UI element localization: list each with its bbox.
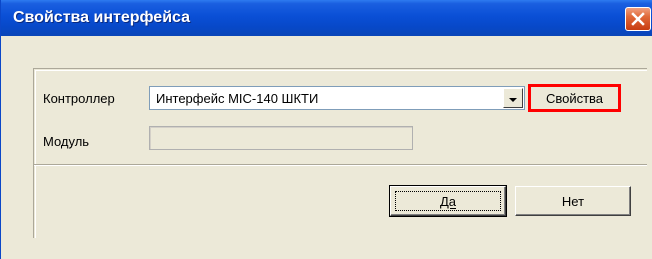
cancel-button[interactable]: Нет xyxy=(515,186,631,216)
properties-button-label: Свойства xyxy=(545,90,604,106)
ok-button[interactable]: Да xyxy=(389,185,507,217)
title-bar[interactable]: Свойства интерфейса xyxy=(1,0,652,36)
module-field xyxy=(149,126,413,150)
cancel-button-label: Нет xyxy=(561,193,585,209)
ok-button-label: Да xyxy=(439,193,457,209)
controller-select-value: Интерфейс MIC-140 ШКТИ xyxy=(156,91,319,106)
module-label: Модуль xyxy=(43,134,90,149)
close-button[interactable] xyxy=(625,7,651,31)
chevron-down-icon xyxy=(509,91,517,106)
dialog-window: Свойства интерфейса Контроллер Интерфейс… xyxy=(0,0,652,259)
controller-select[interactable]: Интерфейс MIC-140 ШКТИ xyxy=(149,86,525,110)
separator-line xyxy=(34,164,647,166)
controller-label: Контроллер xyxy=(43,91,115,106)
close-icon xyxy=(631,12,645,26)
window-title: Свойства интерфейса xyxy=(13,9,191,26)
dropdown-button[interactable] xyxy=(503,88,523,108)
properties-button[interactable]: Свойства xyxy=(528,84,621,112)
